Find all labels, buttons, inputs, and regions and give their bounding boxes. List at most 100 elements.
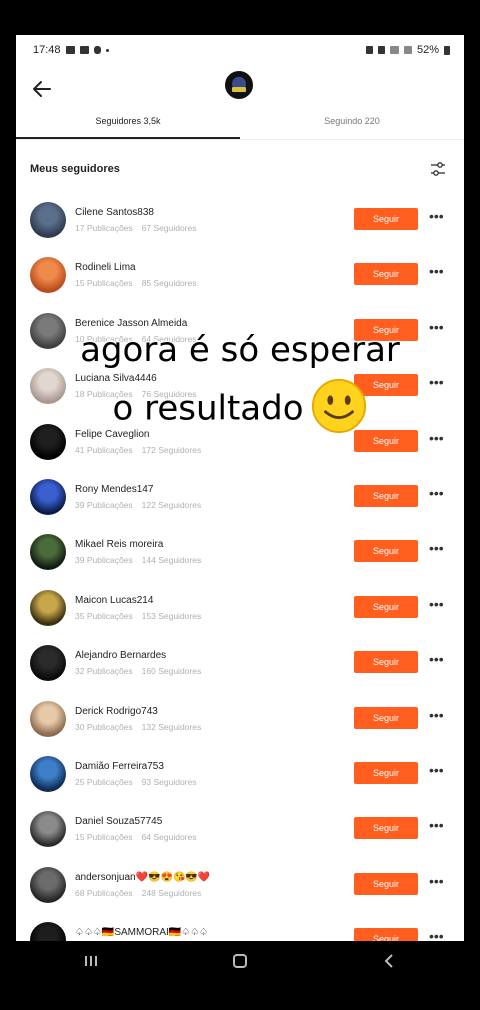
follower-row[interactable]: Luciana Silva4446 18 Publicações 76 Seguid… xyxy=(16,363,464,418)
follower-row[interactable]: Alejandro Bernardes 32 Publicações 160 Seg… xyxy=(16,640,464,695)
follow-button[interactable]: Seguir xyxy=(354,429,418,452)
follower-stats: 10 Publicações 64 Seguidores xyxy=(75,334,196,344)
follower-row[interactable]: Berenice Jasson Almeida 10 Publicações 64 … xyxy=(16,308,464,363)
app-header xyxy=(16,65,464,113)
more-options-icon[interactable]: ••• xyxy=(429,320,445,335)
follow-button[interactable]: Seguir xyxy=(354,595,418,618)
follower-row[interactable]: Cilene Santos838 17 Publicações 67 Seguido… xyxy=(16,197,464,252)
posts-count: 15 Publicações xyxy=(75,278,133,289)
follower-row[interactable]: Mikael Reis moreira 39 Publicações 144 Seg… xyxy=(16,529,464,584)
follow-button[interactable]: Seguir xyxy=(354,761,418,784)
back-nav-icon[interactable] xyxy=(369,946,409,976)
more-options-icon[interactable]: ••• xyxy=(429,431,445,446)
back-arrow-icon[interactable] xyxy=(28,75,56,103)
more-options-icon[interactable]: ••• xyxy=(429,486,445,501)
follower-name[interactable]: Rodineli Lima xyxy=(75,262,136,273)
more-options-icon[interactable]: ••• xyxy=(429,929,445,941)
more-options-icon[interactable]: ••• xyxy=(429,375,445,390)
posts-count: 68 Publicações xyxy=(75,887,133,898)
follow-button[interactable]: Seguir xyxy=(354,263,418,286)
follower-row[interactable]: Damião Ferreira753 25 Publicações 93 Segui… xyxy=(16,751,464,806)
home-icon[interactable] xyxy=(220,946,260,976)
avatar[interactable] xyxy=(30,700,66,737)
more-options-icon[interactable]: ••• xyxy=(429,652,445,667)
more-options-icon[interactable]: ••• xyxy=(429,708,445,723)
tab-followers[interactable]: Seguidores 3,5k xyxy=(16,113,240,139)
follower-row[interactable]: ♤♤♤🇩🇪SAMMORAI🇩🇪♤♤♤ Seguir ••• xyxy=(16,917,464,941)
follow-button[interactable]: Seguir xyxy=(354,872,418,895)
more-options-icon[interactable]: ••• xyxy=(429,818,445,833)
follower-name[interactable]: Luciana Silva4446 xyxy=(75,373,157,384)
channel-logo-icon[interactable] xyxy=(225,71,253,99)
avatar[interactable] xyxy=(30,922,66,941)
follow-button[interactable]: Seguir xyxy=(354,706,418,729)
followers-count: 85 Seguidores xyxy=(141,278,197,289)
more-options-icon[interactable]: ••• xyxy=(429,264,445,279)
follower-name[interactable]: Mikael Reis moreira xyxy=(75,539,163,550)
avatar[interactable] xyxy=(30,257,66,294)
follower-row[interactable]: andersonjuan❤️😎😍😘😎❤️ 68 Publicações 248 Se… xyxy=(16,862,464,917)
avatar[interactable] xyxy=(30,534,66,571)
more-options-icon[interactable]: ••• xyxy=(429,209,445,224)
filter-icon[interactable] xyxy=(430,161,446,177)
video-call-icon xyxy=(65,46,75,54)
tab-following[interactable]: Seguindo 220 xyxy=(240,113,464,139)
follower-stats: 68 Publicações 248 Seguidores xyxy=(75,888,201,898)
follower-list: Cilene Santos838 17 Publicações 67 Seguido… xyxy=(16,197,464,941)
follower-row[interactable]: Rodineli Lima 15 Publicações 85 Seguidores… xyxy=(16,252,464,307)
follow-button[interactable]: Seguir xyxy=(354,928,418,941)
follower-row[interactable]: Rony Mendes147 39 Publicações 122 Seguidor… xyxy=(16,474,464,529)
status-time: 17:48 xyxy=(33,44,61,56)
follow-button[interactable]: Seguir xyxy=(354,484,418,507)
follow-button[interactable]: Seguir xyxy=(354,817,418,840)
follower-name[interactable]: Berenice Jasson Almeida xyxy=(75,318,187,329)
avatar[interactable] xyxy=(30,645,66,682)
follower-name[interactable]: Maicon Lucas214 xyxy=(75,595,153,606)
followers-count: 132 Seguidores xyxy=(141,721,202,732)
recent-apps-icon[interactable] xyxy=(71,946,111,976)
follower-stats: 35 Publicações 153 Seguidores xyxy=(75,611,201,621)
avatar[interactable] xyxy=(30,312,66,349)
follower-name[interactable]: Rony Mendes147 xyxy=(75,484,153,495)
followers-count: 144 Seguidores xyxy=(141,555,202,566)
app-screen: 17:48 52% Seguidores 3,5k Seguindo 220 M… xyxy=(16,35,464,941)
avatar[interactable] xyxy=(30,866,66,903)
follow-button[interactable]: Seguir xyxy=(354,540,418,563)
avatar[interactable] xyxy=(30,589,66,626)
follower-row[interactable]: Derick Rodrigo743 30 Publicações 132 Segui… xyxy=(16,696,464,751)
more-options-icon[interactable]: ••• xyxy=(429,597,445,612)
more-options-icon[interactable]: ••• xyxy=(429,763,445,778)
follower-row[interactable]: Felipe Caveglion 41 Publicações 172 Seguid… xyxy=(16,419,464,474)
battery-percent: 52% xyxy=(416,44,439,56)
avatar[interactable] xyxy=(30,423,66,460)
avatar[interactable] xyxy=(30,811,66,848)
follower-name[interactable]: Daniel Souza57745 xyxy=(75,816,162,827)
active-tab-indicator xyxy=(16,137,240,139)
posts-count: 41 Publicações xyxy=(75,444,133,455)
tiktok-icon xyxy=(93,46,101,54)
avatar[interactable] xyxy=(30,202,66,238)
follower-name[interactable]: andersonjuan❤️😎😍😘😎❤️ xyxy=(75,872,210,883)
follow-button[interactable]: Seguir xyxy=(354,208,418,230)
follower-name[interactable]: Cilene Santos838 xyxy=(75,207,154,218)
more-options-icon[interactable]: ••• xyxy=(429,874,445,889)
follower-name[interactable]: Damião Ferreira753 xyxy=(75,761,164,772)
posts-count: 18 Publicações xyxy=(75,389,133,400)
follower-row[interactable]: Maicon Lucas214 35 Publicações 153 Seguido… xyxy=(16,585,464,640)
avatar[interactable] xyxy=(30,368,66,405)
follow-button[interactable]: Seguir xyxy=(354,374,418,397)
follower-name[interactable]: Alejandro Bernardes xyxy=(75,650,166,661)
follower-stats: 15 Publicações 64 Seguidores xyxy=(75,832,196,842)
follower-name[interactable]: Derick Rodrigo743 xyxy=(75,706,158,717)
follower-name[interactable]: ♤♤♤🇩🇪SAMMORAI🇩🇪♤♤♤ xyxy=(75,927,208,938)
follower-stats: 39 Publicações 144 Seguidores xyxy=(75,555,201,565)
avatar[interactable] xyxy=(30,755,66,792)
follower-row[interactable]: Daniel Souza57745 15 Publicações 64 Seguid… xyxy=(16,806,464,861)
follower-name[interactable]: Felipe Caveglion xyxy=(75,429,150,440)
avatar[interactable] xyxy=(30,478,66,515)
follow-button[interactable]: Seguir xyxy=(354,318,418,341)
more-options-icon[interactable]: ••• xyxy=(429,541,445,556)
follow-button[interactable]: Seguir xyxy=(354,651,418,674)
system-nav-bar xyxy=(16,941,464,981)
battery-icon xyxy=(444,45,450,55)
